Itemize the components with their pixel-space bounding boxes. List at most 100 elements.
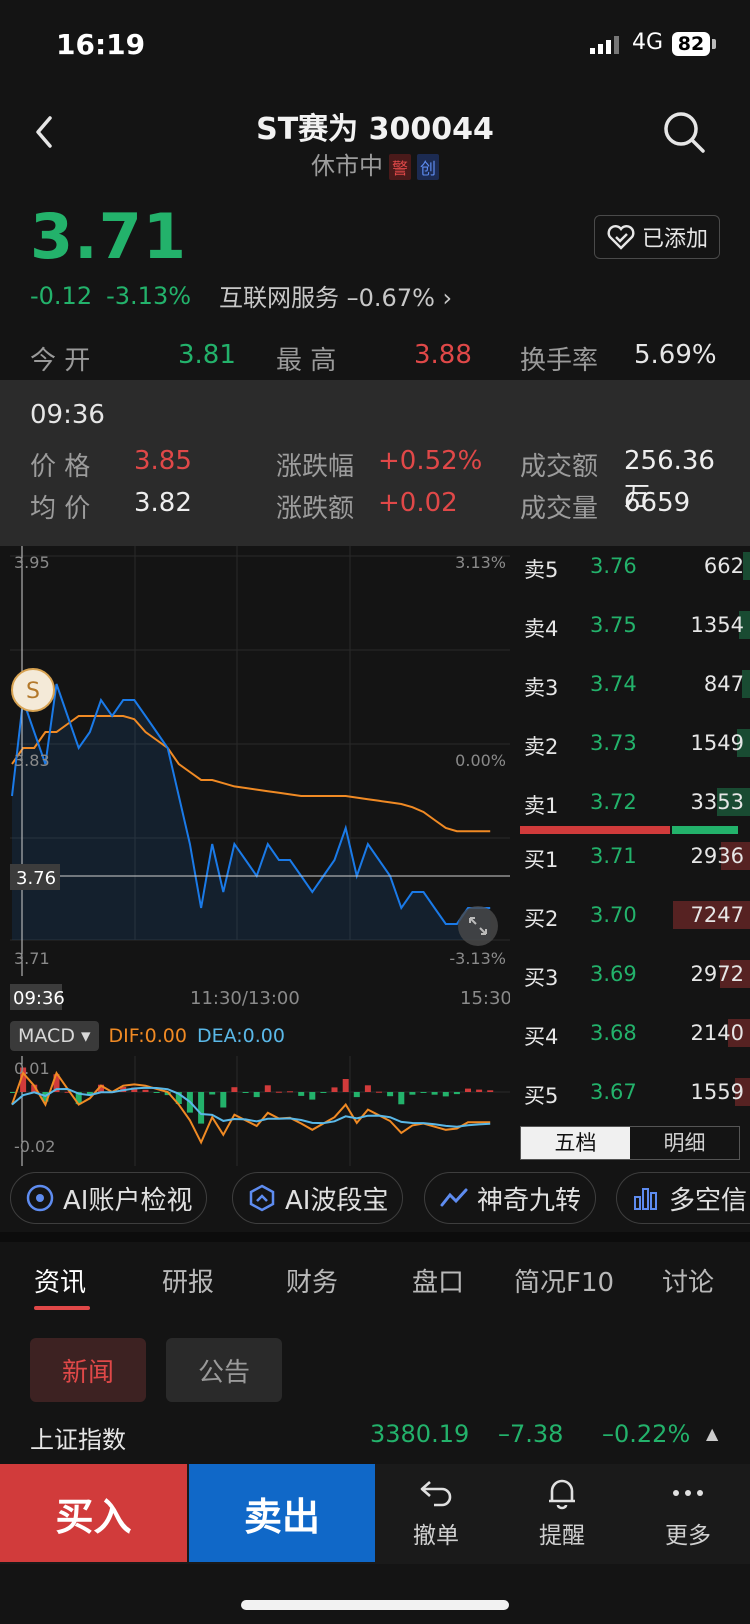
watchlist-button[interactable]: 已添加: [594, 215, 720, 259]
more-button[interactable]: 更多: [628, 1476, 748, 1550]
x-tick-mid: 11:30/13:00: [190, 988, 300, 1009]
price-change: -0.12: [30, 281, 93, 310]
bid-vol: 2140: [690, 1021, 744, 1045]
macd-bar: [10, 1092, 15, 1093]
macd-bar: [242, 1092, 249, 1093]
expand-chart-icon[interactable]: [458, 906, 498, 946]
more-label: 更多: [665, 1523, 711, 1549]
index-change: –7.38: [498, 1420, 564, 1448]
open-value: 3.81: [178, 340, 236, 370]
dea-line: [11, 1086, 491, 1128]
ask-vol: 662: [703, 554, 744, 578]
ask-row[interactable]: 卖4 3.75 1354: [520, 605, 750, 645]
sell-button[interactable]: 卖出: [189, 1464, 375, 1562]
ci-avg-label: 均 价: [30, 494, 91, 524]
macd-bar: [198, 1092, 205, 1124]
ask-row[interactable]: 卖1 3.72 3353: [520, 782, 750, 822]
tool-label-2: 神奇九转: [477, 1185, 582, 1216]
macd-bar: [153, 1092, 160, 1093]
ask-row[interactable]: 卖3 3.74 847: [520, 664, 750, 704]
news-filter-notice[interactable]: 公告: [166, 1338, 282, 1402]
tab-finance[interactable]: 财务: [286, 1262, 338, 1299]
tab-five-levels[interactable]: 五档: [521, 1127, 630, 1159]
pct-tick-mid: 0.00%: [455, 751, 506, 770]
ratio-bar-ask: [672, 826, 738, 834]
high-value: 3.88: [414, 340, 472, 370]
ask-label: 卖5: [524, 558, 559, 582]
macd-bar: [275, 1091, 282, 1093]
section-divider: [0, 1232, 750, 1242]
gem-badge: 创: [417, 154, 440, 180]
bid-label: 买3: [524, 966, 559, 990]
macd-header: MACD ▾ DIF:0.00 DEA:0.00: [10, 1018, 285, 1054]
tool-ai-wave[interactable]: AI波段宝: [232, 1172, 404, 1224]
ci-volume-label: 成交量: [520, 494, 599, 524]
crosshair-price: 3.76: [16, 868, 56, 889]
active-tab-indicator: [34, 1306, 90, 1310]
macd-bar: [376, 1091, 382, 1093]
ci-chg: +0.02: [378, 488, 458, 518]
stats-row: 今 开 3.81 最 高 3.88 换手率 5.69%: [30, 340, 720, 380]
buy-button[interactable]: 买入: [0, 1464, 187, 1562]
ask-price: 3.72: [590, 790, 637, 814]
macd-bar: [298, 1092, 305, 1096]
tab-detail[interactable]: 明细: [630, 1127, 739, 1159]
bar-chart-icon: [634, 1188, 657, 1210]
bell-icon: [549, 1479, 575, 1510]
ask-row[interactable]: 卖2 3.73 1549: [520, 723, 750, 763]
macd-bar: [442, 1092, 449, 1097]
cube-icon: [249, 1184, 275, 1212]
macd-bar: [220, 1092, 227, 1108]
tool-long-short[interactable]: 多空信: [616, 1172, 750, 1224]
pct-tick-top: 3.13%: [455, 553, 506, 572]
tab-news[interactable]: 资讯: [34, 1262, 86, 1299]
macd-bar: [487, 1090, 494, 1092]
industry-pct: –0.67%: [346, 284, 435, 312]
news-filter-news[interactable]: 新闻: [30, 1338, 146, 1402]
indicator-selector[interactable]: MACD ▾: [10, 1021, 99, 1051]
battery-tip: [712, 39, 716, 49]
industry-link[interactable]: 互联网服务 –0.67% ›: [219, 278, 452, 313]
macd-bar: [209, 1092, 216, 1095]
expand-up-icon[interactable]: ▲: [706, 1424, 718, 1443]
index-ticker[interactable]: 上证指数 3380.19 –7.38 –0.22% ▲: [30, 1420, 730, 1454]
status-time: 16:19: [56, 28, 146, 61]
tool-magic-nine[interactable]: 神奇九转: [424, 1172, 597, 1224]
tab-discussion[interactable]: 讨论: [662, 1262, 714, 1299]
cancel-order-label: 撤单: [413, 1523, 459, 1549]
tab-research[interactable]: 研报: [162, 1262, 214, 1299]
ask-label: 卖3: [524, 676, 559, 700]
tab-orderbook[interactable]: 盘口: [412, 1262, 464, 1299]
intraday-chart[interactable]: 3.95 3.83 3.71 3.13% 0.00% -3.13% 3.76 0…: [10, 546, 510, 1016]
alert-button[interactable]: 提醒: [502, 1476, 622, 1550]
order-book-tabs: 五档 明细: [520, 1126, 740, 1160]
macd-bar: [264, 1085, 271, 1092]
macd-chart[interactable]: 0.01 -0.02: [10, 1056, 510, 1166]
status-bar: 16:19 4G 82: [0, 0, 750, 90]
bid-row[interactable]: 买1 3.71 2936: [520, 836, 750, 876]
bid-label: 买5: [524, 1084, 559, 1108]
tool-ai-account-review[interactable]: AI账户检视: [10, 1172, 208, 1224]
bid-row[interactable]: 买2 3.70 7247: [520, 895, 750, 935]
bid-row[interactable]: 买4 3.68 2140: [520, 1013, 750, 1053]
tool-label-0: AI账户检视: [63, 1185, 193, 1216]
ask-price: 3.76: [590, 554, 637, 578]
macd-bar: [409, 1092, 416, 1095]
market-status-text: 休市中: [310, 152, 383, 180]
macd-y-top: 0.01: [14, 1059, 50, 1078]
macd-histogram: [10, 1067, 494, 1124]
bid-row[interactable]: 买5 3.67 1559: [520, 1072, 750, 1112]
macd-bar: [320, 1092, 327, 1093]
macd-bar: [253, 1092, 260, 1098]
s-marker-icon[interactable]: S: [11, 668, 55, 712]
ci-price: 3.85: [134, 446, 192, 476]
index-name: 上证指数: [30, 1426, 126, 1454]
ask-row[interactable]: 卖5 3.76 662: [520, 546, 750, 586]
ask-vol: 847: [703, 672, 744, 696]
search-icon[interactable]: [662, 110, 706, 154]
cancel-order-button[interactable]: 撤单: [376, 1476, 496, 1550]
bid-row[interactable]: 买3 3.69 2972: [520, 954, 750, 994]
ci-volume: 6659: [624, 488, 691, 518]
tab-f10[interactable]: 简况F10: [514, 1262, 614, 1299]
macd-bar: [431, 1092, 438, 1095]
